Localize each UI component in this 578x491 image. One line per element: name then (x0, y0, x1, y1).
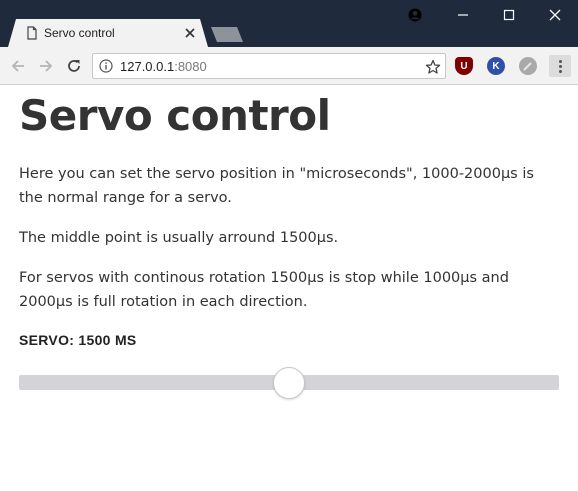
browser-tab[interactable]: Servo control (8, 19, 208, 47)
servo-value-label: SERVO: 1500 MS (19, 332, 137, 348)
intro-paragraph: Here you can set the servo position in "… (19, 166, 534, 206)
reload-icon (68, 60, 80, 72)
menu-dot (558, 69, 562, 73)
page-title: Servo control (19, 91, 331, 140)
address-bar[interactable]: 127.0.0.1:8080 (92, 53, 446, 79)
info-icon[interactable] (99, 59, 113, 73)
pencil-icon (523, 62, 532, 71)
close-window-button[interactable] (532, 0, 578, 30)
maximize-button[interactable] (486, 0, 532, 30)
browser-toolbar: 127.0.0.1:8080 U K (0, 47, 578, 85)
tab-title: Servo control (44, 26, 115, 40)
middle-point-paragraph: The middle point is usually arround 1500… (19, 230, 339, 246)
back-arrow-icon (11, 60, 24, 72)
menu-dot (558, 59, 562, 63)
k-extension-icon[interactable]: K (487, 57, 505, 75)
ublock-letter: U (460, 60, 468, 72)
forward-arrow-icon (40, 60, 53, 72)
continuous-rotation-paragraph: For servos with continous rotation 1500µ… (19, 270, 509, 310)
profile-icon (408, 8, 422, 22)
reload-button[interactable] (64, 56, 84, 76)
new-tab-button[interactable] (211, 27, 243, 42)
url-port: :8080 (174, 59, 207, 74)
slider-thumb[interactable] (273, 367, 305, 399)
servo-slider[interactable] (19, 366, 559, 400)
minimize-icon (458, 14, 468, 16)
k-extension-letter: K (492, 60, 500, 72)
url-text: 127.0.0.1:8080 (120, 59, 207, 74)
ublock-icon[interactable]: U (455, 57, 473, 75)
minimize-button[interactable] (440, 0, 486, 30)
page-content: Servo control Here you can set the servo… (19, 85, 559, 348)
close-icon (549, 9, 561, 21)
close-tab-icon[interactable] (184, 27, 196, 39)
forward-button[interactable] (36, 56, 56, 76)
maximize-icon (503, 9, 515, 21)
document-icon (27, 26, 37, 40)
bookmark-star-icon[interactable] (425, 59, 441, 75)
menu-dot (558, 64, 562, 68)
profile-button[interactable] (392, 0, 438, 30)
gray-extension-icon[interactable] (519, 57, 537, 75)
back-button[interactable] (8, 56, 28, 76)
url-host: 127.0.0.1 (120, 59, 175, 74)
browser-titlebar: Servo control (0, 0, 578, 47)
browser-menu-button[interactable] (549, 55, 571, 77)
